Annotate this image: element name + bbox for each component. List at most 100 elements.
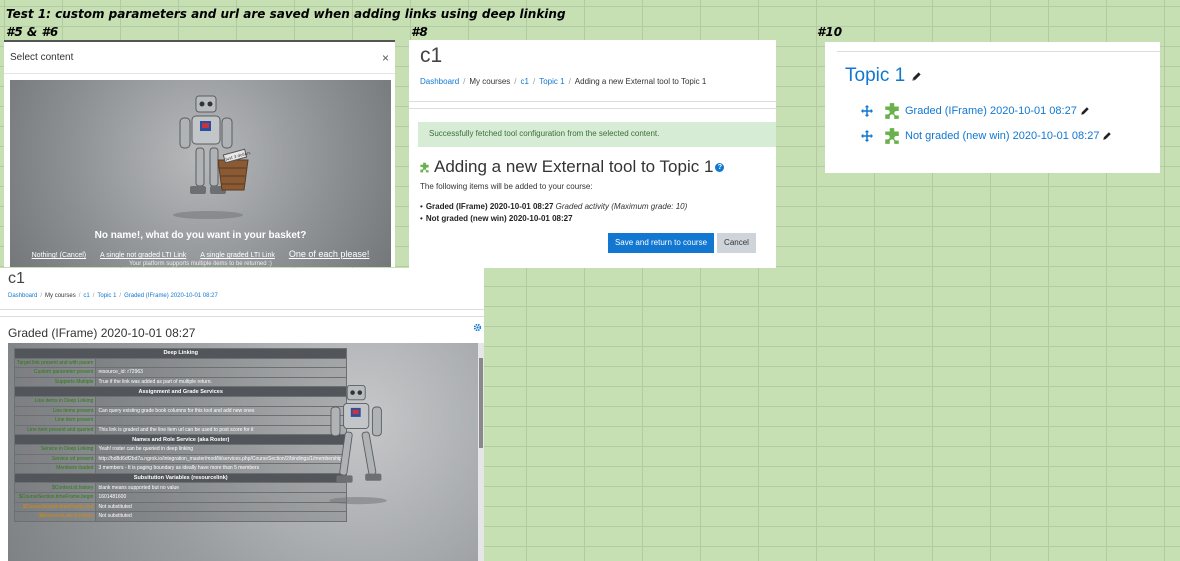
divider — [409, 101, 776, 102]
basket-choices: Nothing! (Cancel) A single not graded LT… — [10, 249, 391, 259]
row-value: resource_id: r72963 — [95, 367, 348, 378]
pencil-icon[interactable] — [1102, 131, 1112, 141]
success-alert: Successfully fetched tool configuration … — [418, 122, 776, 147]
breadcrumb-dashboard[interactable]: Dashboard — [420, 77, 459, 86]
row-value: Not substituted — [95, 501, 348, 513]
breadcrumb-topic-1[interactable]: Topic 1 — [97, 293, 116, 299]
puzzle-icon — [885, 128, 899, 144]
table-section-header: Subsitution Variables (resourcelink) — [13, 472, 348, 484]
gear-icon[interactable] — [473, 323, 482, 332]
choice-each-link[interactable]: One of each please! — [289, 249, 370, 259]
row-key: $ResourceLink.id.history — [13, 511, 97, 522]
row-key: $CourseSection.timeFrame.end — [13, 501, 97, 513]
table-row: Line item present and queried This link i… — [13, 424, 348, 436]
breadcrumb-dashboard[interactable]: Dashboard — [8, 293, 37, 299]
breadcrumb-c1[interactable]: c1 — [521, 77, 529, 86]
help-icon[interactable]: ? — [715, 162, 725, 172]
row-key: Supports Multiple — [13, 376, 97, 388]
activity-view-page: c1 Dashboard / My courses / c1/Topic 1/Grade… — [0, 268, 484, 561]
divider — [0, 316, 484, 317]
close-icon[interactable]: × — [382, 51, 389, 65]
pencil-icon[interactable] — [911, 71, 922, 82]
topic-title: Topic 1 — [845, 65, 922, 87]
modal-header: Select content × — [4, 42, 395, 74]
row-value: blank means supported but no value — [95, 482, 348, 493]
breadcrumb-topic-1[interactable]: Topic 1 — [539, 77, 564, 86]
row-key: Line item present — [13, 415, 97, 426]
robot-illustration — [329, 384, 387, 505]
row-value: True if the link was added as part of mu… — [95, 376, 348, 388]
row-key: Custom parameter present — [13, 367, 97, 378]
label-5-6: #5 & #6 — [6, 25, 59, 39]
breadcrumb: Dashboard / My courses / c1/Topic 1/Graded (… — [8, 293, 218, 299]
row-value — [95, 415, 348, 426]
move-icon[interactable] — [861, 130, 873, 142]
puzzle-icon — [885, 103, 899, 119]
breadcrumb-my-courses: My courses — [45, 293, 76, 299]
save-and-return-button[interactable]: Save and return to course — [608, 233, 714, 253]
scrollbar-thumb[interactable] — [479, 358, 483, 448]
sheet-title: Test 1: custom parameters and url are sa… — [6, 7, 566, 21]
section-label: Subsitution Variables (resourcelink) — [13, 472, 348, 484]
pencil-icon[interactable] — [1080, 106, 1090, 116]
activity-link[interactable]: Graded (IFrame) 2020-10-01 08:27 — [905, 105, 1077, 117]
robot-illustration: Just 3 dollars — [173, 95, 251, 219]
table-row: Service url present http://bd8d6df2bd7a.n… — [13, 453, 348, 465]
table-row: Line items in Deep Linking — [13, 395, 348, 407]
row-key: Service url present — [13, 453, 97, 465]
move-icon[interactable] — [861, 105, 873, 117]
activity-title: Graded (IFrame) 2020-10-01 08:27 — [8, 326, 196, 340]
course-title: c1 — [8, 270, 25, 287]
cancel-button[interactable]: Cancel — [717, 233, 756, 253]
choice-cancel-link[interactable]: Nothing! (Cancel) — [32, 252, 86, 259]
section-label: Assignment and Grade Services — [13, 386, 348, 397]
page-heading: Adding a new External tool to Topic 1 ? — [419, 157, 725, 177]
label-8: #8 — [411, 25, 428, 39]
table-row: Supports Multiple True if the link was ad… — [13, 376, 348, 388]
modal-title: Select content — [10, 52, 74, 63]
divider — [837, 51, 1160, 52]
activity-link[interactable]: Not graded (new win) 2020-10-01 08:27 — [905, 130, 1099, 142]
row-key: Line items present — [13, 405, 97, 417]
choice-not-graded-link[interactable]: A single not graded LTI Link — [100, 252, 186, 259]
puzzle-icon — [420, 162, 429, 172]
activity-row: Not graded (new win) 2020-10-01 08:27 — [861, 127, 1112, 145]
table-section-header: Assignment and Grade Services — [13, 386, 348, 397]
table-row: $ResourceLink.id.history Not substituted — [13, 511, 348, 522]
items-description: The following items will be added to you… — [420, 182, 593, 191]
topic-title-text[interactable]: Topic 1 — [845, 65, 905, 87]
table-row: $CourseSection.timeFrame.end Not substitu… — [13, 501, 348, 513]
breadcrumb-current: Adding a new External tool to Topic 1 — [574, 77, 707, 86]
row-value: This link is graded and the line item ur… — [95, 424, 348, 436]
heading-text: Adding a new External tool to Topic 1 — [434, 157, 714, 176]
table-row: Service in Deep Linking Yeah! roster can … — [13, 443, 348, 455]
row-value: 3 members - It is paging boundary as ide… — [95, 463, 348, 474]
table-row: $CourseSection.timeFrame.begin 1601481600 — [13, 491, 348, 503]
table-section-header: Names and Role Service (aka Roster) — [13, 434, 348, 445]
select-content-modal: Select content × Just 3 dollars No name!… — [4, 40, 395, 267]
tool-content-area: Just 3 dollars No name!, what do you wan… — [10, 80, 391, 267]
section-label: Deep Linking — [13, 348, 348, 359]
breadcrumb-my-courses: My courses — [469, 77, 511, 86]
row-key: $Context.id.history — [13, 482, 97, 493]
divider — [0, 309, 484, 310]
row-value: Yeah! roster can be queried in deep link… — [95, 443, 348, 455]
list-item: Not graded (new win) 2020-10-01 08:27 — [420, 214, 687, 223]
row-key: Members loaded — [13, 463, 97, 474]
row-value: Can query existing grade book columns fo… — [95, 405, 348, 417]
row-value — [95, 357, 348, 369]
row-key: Service in Deep Linking — [13, 443, 97, 455]
add-external-tool-page: c1 Dashboard / My courses / c1/Topic 1/Addin… — [409, 40, 776, 268]
row-key: Line item present and queried — [13, 424, 97, 436]
breadcrumb-c1[interactable]: c1 — [83, 293, 89, 299]
label-10: #10 — [817, 25, 843, 39]
multiple-items-note: Your platform supports multiple items to… — [129, 261, 272, 267]
activity-row: Graded (IFrame) 2020-10-01 08:27 — [861, 102, 1090, 120]
breadcrumb-current[interactable]: Graded (IFrame) 2020-10-01 08:27 — [124, 293, 218, 299]
breadcrumb: Dashboard / My courses / c1/Topic 1/Adding a… — [420, 77, 707, 86]
row-key: Target link present and with param — [13, 357, 97, 369]
table-row: Line items present Can query existing gra… — [13, 405, 348, 417]
table-row: Members loaded 3 members - It is paging b… — [13, 463, 348, 474]
choice-graded-link[interactable]: A single graded LTI Link — [200, 252, 275, 259]
row-value — [95, 395, 348, 407]
